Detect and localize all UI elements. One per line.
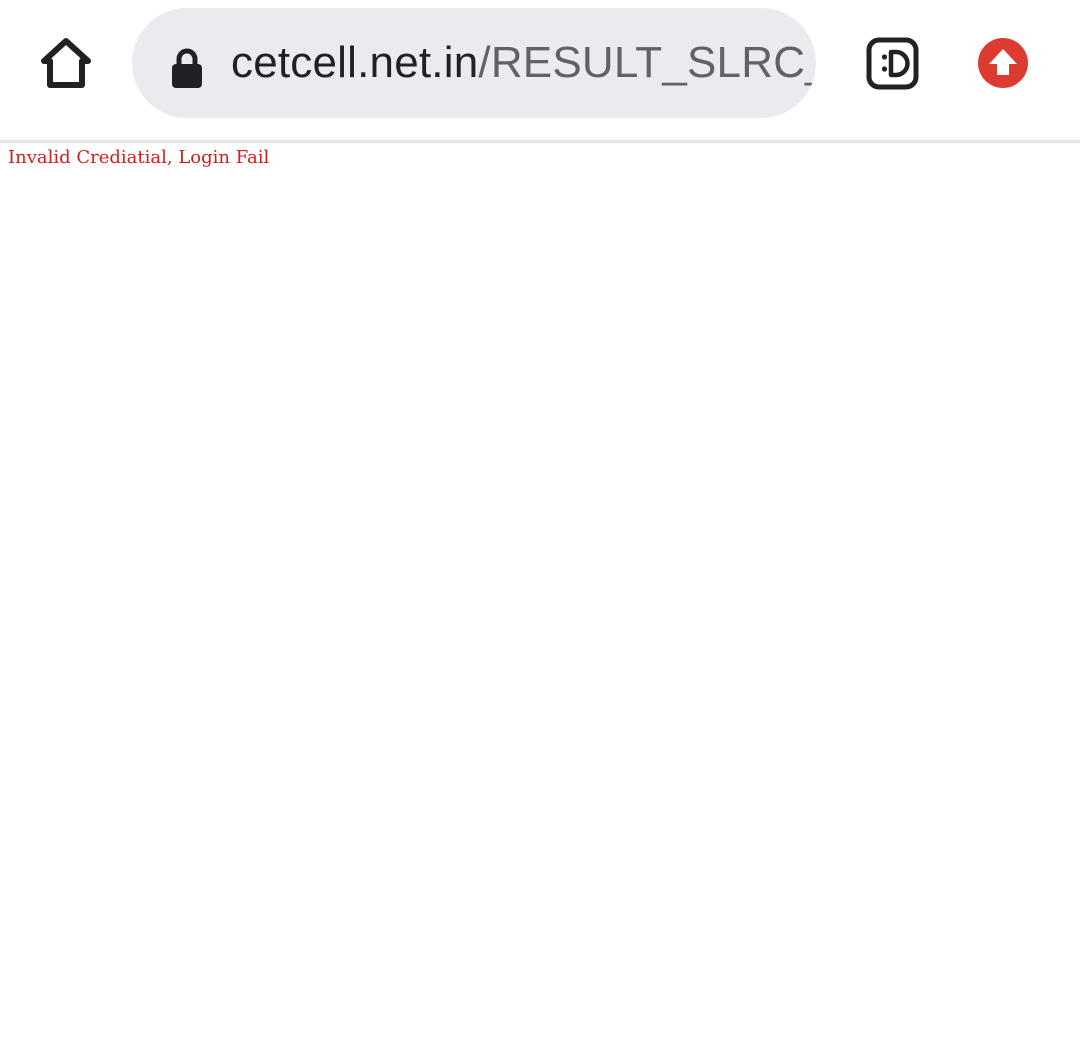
update-arrow-icon [978, 38, 1028, 88]
smiley-extension-icon [866, 37, 919, 90]
home-button[interactable] [36, 34, 96, 92]
home-icon [41, 38, 91, 88]
update-button[interactable] [977, 37, 1029, 89]
lock-icon [172, 48, 202, 88]
page-content: Invalid Crediatial, Login Fail [0, 143, 1080, 1059]
url-text[interactable]: cetcell.net.in/RESULT_SLRC_ [231, 8, 816, 118]
url-path: /RESULT_SLRC_ [478, 38, 816, 87]
extension-button[interactable] [866, 37, 919, 90]
address-bar[interactable]: cetcell.net.in/RESULT_SLRC_ [132, 8, 816, 118]
url-host: cetcell.net.in [231, 38, 479, 87]
browser-toolbar: cetcell.net.in/RESULT_SLRC_ [0, 0, 1080, 143]
login-error-message: Invalid Crediatial, Login Fail [8, 147, 270, 168]
